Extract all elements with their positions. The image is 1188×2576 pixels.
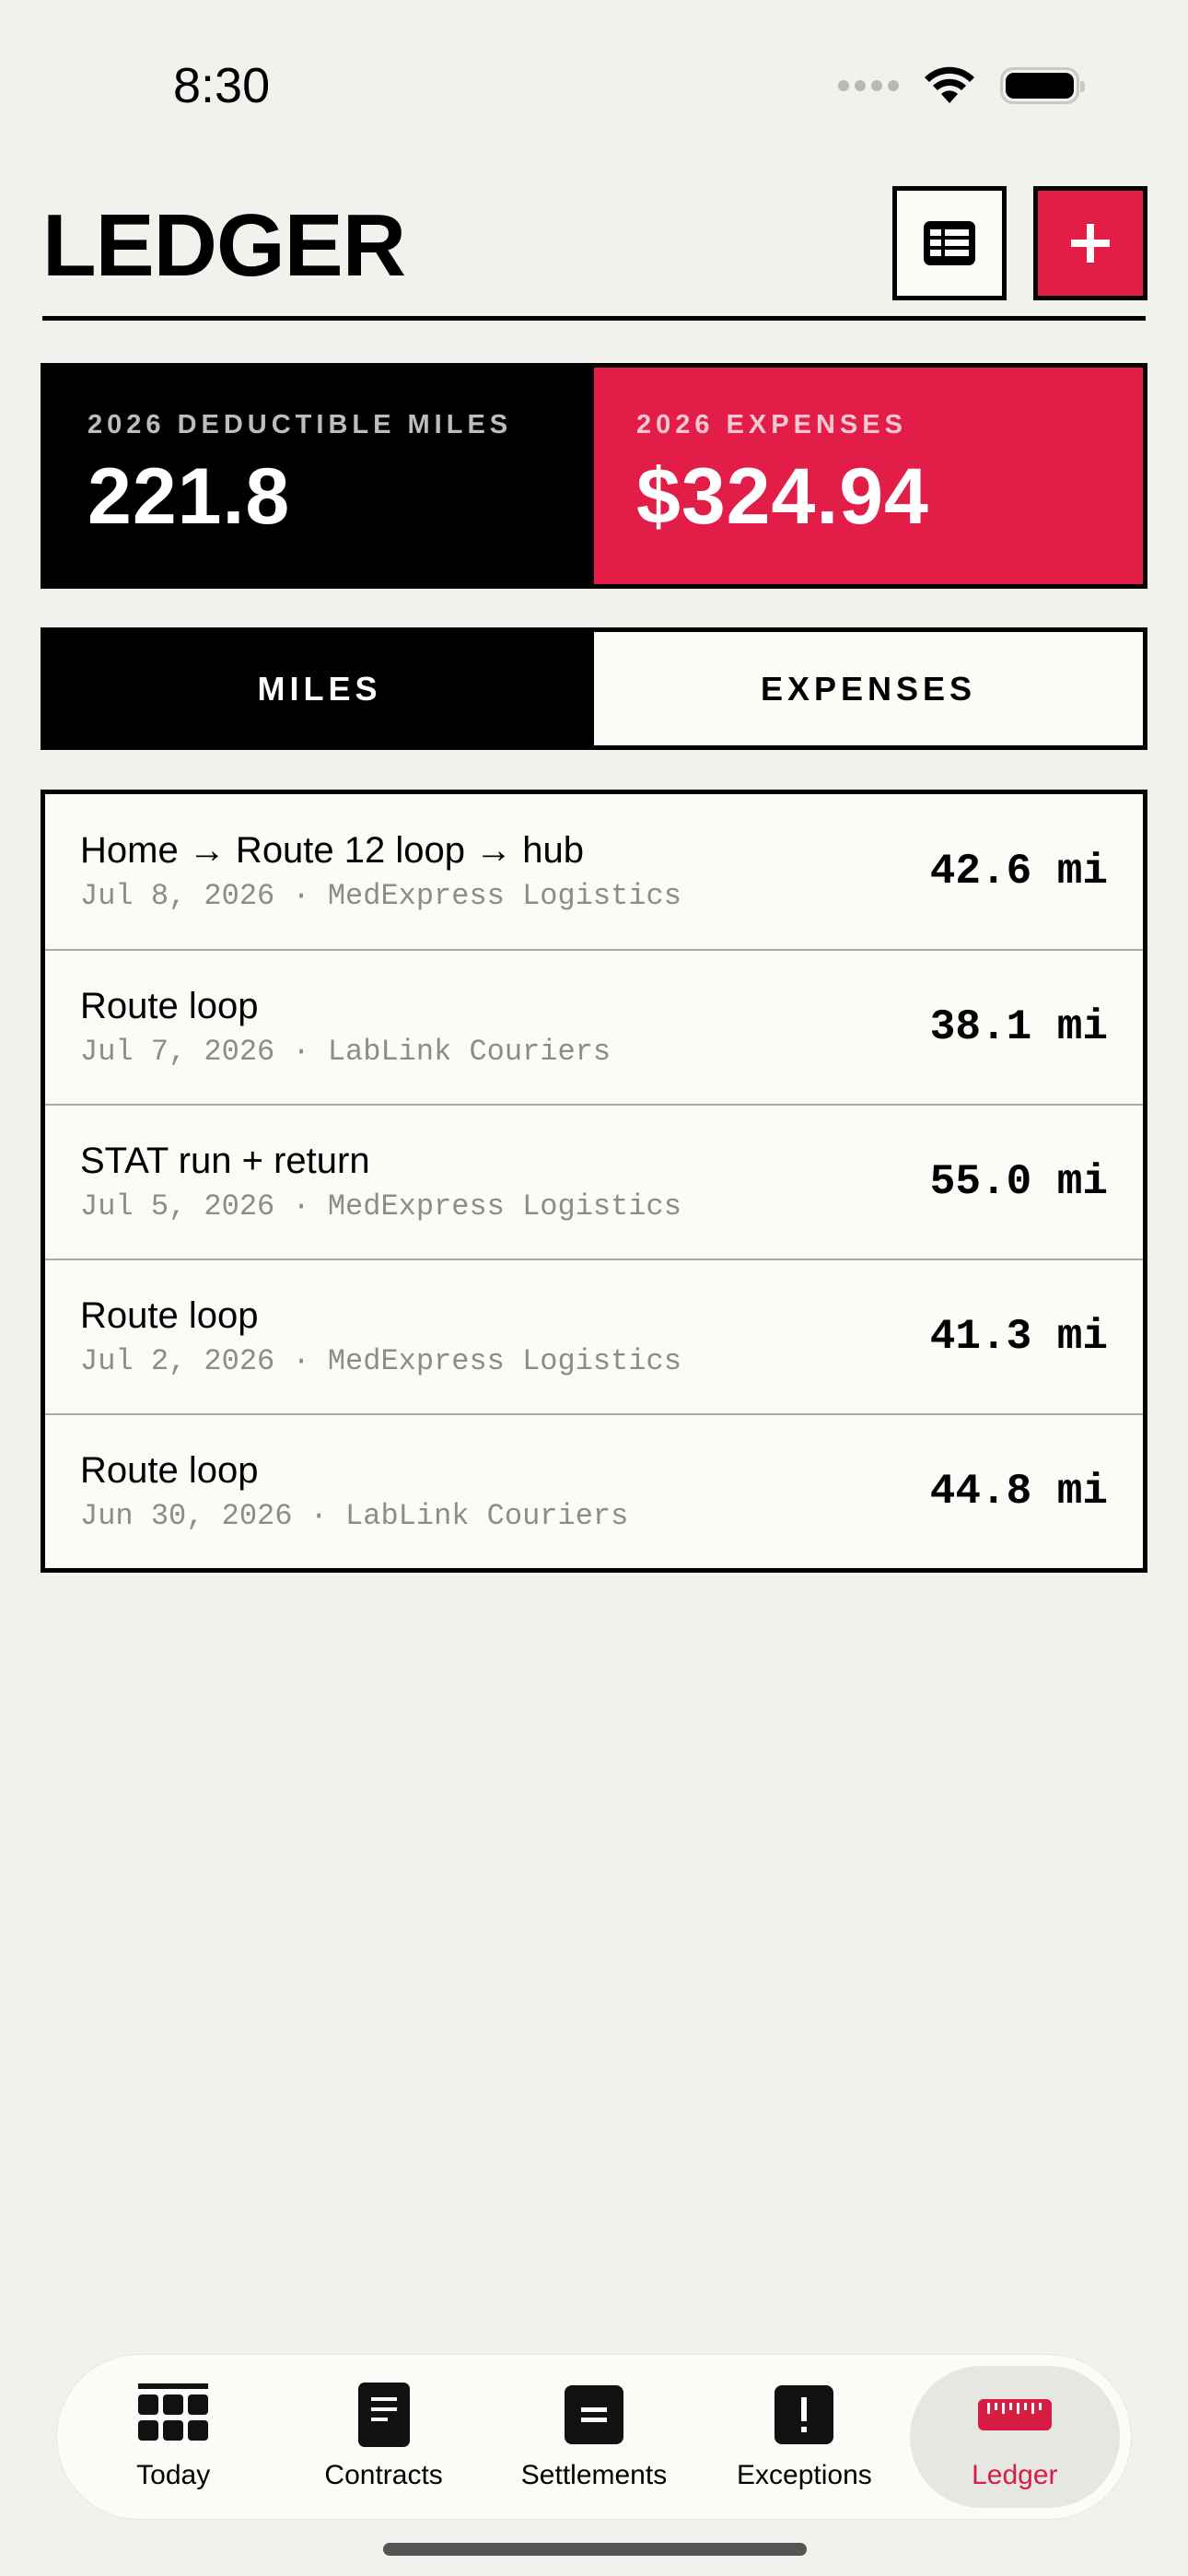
plus-icon <box>1071 224 1110 263</box>
nav-today[interactable]: Today <box>68 2366 278 2508</box>
list-item[interactable]: Route loop Jul 7, 2026 · LabLink Courier… <box>45 949 1143 1104</box>
miles-summary-value: 221.8 <box>87 452 291 541</box>
entry-subtitle: Jul 8, 2026 · MedExpress Logistics <box>80 879 681 913</box>
add-entry-button[interactable] <box>1033 186 1147 300</box>
list-item[interactable]: Home → Route 12 loop → hub Jul 8, 2026 ·… <box>45 794 1143 949</box>
status-indicators <box>838 66 1085 105</box>
expenses-summary-label: 2026 EXPENSES <box>636 410 907 439</box>
cellular-signal-icon <box>838 80 899 91</box>
entry-title: Home → Route 12 loop → hub <box>80 830 584 871</box>
battery-icon <box>1000 67 1085 104</box>
entry-subtitle: Jun 30, 2026 · LabLink Couriers <box>80 1499 629 1533</box>
bottom-nav: Today Contracts Settlements Exceptions L… <box>57 2355 1131 2519</box>
grid-icon <box>138 2383 209 2441</box>
mileage-list: Home → Route 12 loop → hub Jul 8, 2026 ·… <box>41 790 1147 1573</box>
entry-title: Route loop <box>80 1450 259 1491</box>
summary-card: 2026 DEDUCTIBLE MILES 221.8 2026 EXPENSE… <box>41 363 1147 589</box>
wifi-icon <box>925 66 974 103</box>
nav-settlements[interactable]: Settlements <box>489 2366 699 2508</box>
entry-miles: 41.3 mi <box>929 1313 1108 1361</box>
expenses-summary-value: $324.94 <box>636 452 929 541</box>
tab-expenses[interactable]: EXPENSES <box>594 632 1143 745</box>
nav-label: Contracts <box>324 2460 443 2490</box>
ruler-icon <box>977 2399 1052 2430</box>
expenses-summary: 2026 EXPENSES $324.94 <box>594 368 1143 584</box>
nav-label: Exceptions <box>737 2460 872 2490</box>
nav-label: Settlements <box>520 2460 668 2490</box>
equals-icon <box>565 2385 624 2444</box>
entry-subtitle: Jul 2, 2026 · MedExpress Logistics <box>80 1344 681 1378</box>
entry-miles: 55.0 mi <box>929 1158 1108 1206</box>
entry-title: Route loop <box>80 986 259 1026</box>
status-time: 8:30 <box>173 58 271 113</box>
entry-title: STAT run + return <box>80 1141 370 1181</box>
title-divider <box>42 316 1146 321</box>
list-item[interactable]: Route loop Jun 30, 2026 · LabLink Courie… <box>45 1413 1143 1568</box>
tab-miles[interactable]: MILES <box>45 632 594 745</box>
list-item[interactable]: Route loop Jul 2, 2026 · MedExpress Logi… <box>45 1259 1143 1413</box>
deductible-miles-summary: 2026 DEDUCTIBLE MILES 221.8 <box>45 368 594 584</box>
ledger-tabs: MILES EXPENSES <box>41 627 1147 750</box>
page-title: LEDGER <box>42 196 406 295</box>
entry-subtitle: Jul 7, 2026 · LabLink Couriers <box>80 1035 611 1069</box>
nav-ledger[interactable]: Ledger <box>909 2366 1121 2508</box>
nav-label: Ledger <box>972 2460 1058 2490</box>
nav-contracts[interactable]: Contracts <box>278 2366 488 2508</box>
table-icon <box>924 221 975 265</box>
miles-summary-label: 2026 DEDUCTIBLE MILES <box>87 410 513 439</box>
document-icon <box>357 2383 410 2447</box>
entry-miles: 44.8 mi <box>929 1468 1108 1516</box>
nav-exceptions[interactable]: Exceptions <box>699 2366 909 2508</box>
exclamation-icon <box>775 2385 834 2444</box>
entry-miles: 42.6 mi <box>929 848 1108 896</box>
list-item[interactable]: STAT run + return Jul 5, 2026 · MedExpre… <box>45 1104 1143 1259</box>
list-view-button[interactable] <box>892 186 1007 300</box>
nav-label: Today <box>136 2460 211 2490</box>
home-indicator[interactable] <box>383 2543 807 2556</box>
entry-miles: 38.1 mi <box>929 1003 1108 1051</box>
entry-title: Route loop <box>80 1295 259 1336</box>
entry-subtitle: Jul 5, 2026 · MedExpress Logistics <box>80 1189 681 1224</box>
